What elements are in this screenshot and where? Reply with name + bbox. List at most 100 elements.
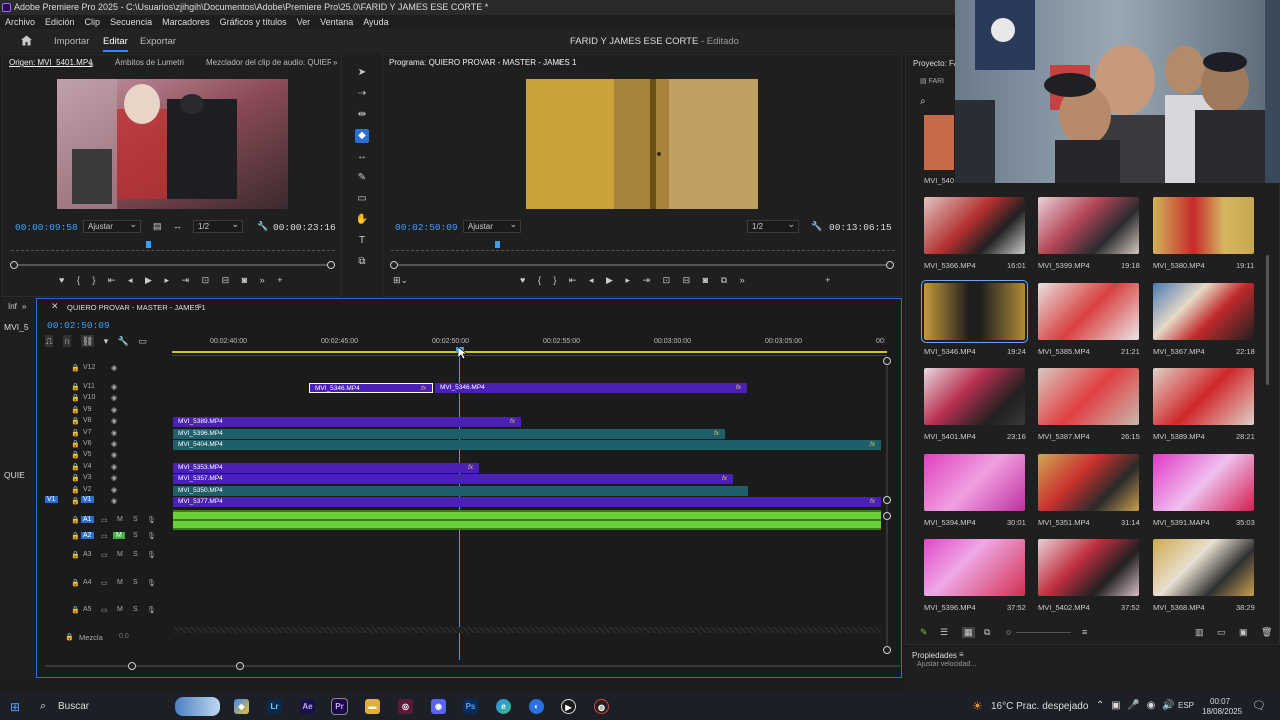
go-out-icon[interactable]: ⇥ [182, 275, 190, 285]
eye-icon[interactable]: ◉ [111, 394, 117, 402]
eye-icon[interactable]: ◉ [111, 486, 117, 494]
selection-tool-icon[interactable]: ➤ [355, 66, 369, 80]
source-zoom-bar[interactable] [13, 264, 335, 266]
grid-icon[interactable]: ⊞⌄ [393, 275, 408, 286]
media-thumbnail-selected[interactable] [921, 280, 1028, 343]
timeline-clip[interactable]: MVI_5396.MP4 fx [173, 429, 725, 439]
timeline-clip[interactable]: MVI_5346.MP4 fx [309, 383, 433, 393]
source-fit-dropdown[interactable]: Ajustar [83, 219, 141, 233]
windows-start-icon[interactable]: ⊞ [10, 700, 20, 714]
media-thumbnail[interactable] [1038, 454, 1139, 511]
add-icon[interactable]: + [277, 275, 282, 285]
program-fit-dropdown[interactable]: Ajustar [463, 219, 521, 233]
menu-clip[interactable]: Clip [85, 15, 101, 29]
go-in-icon[interactable]: ⇤ [569, 275, 577, 285]
workspace-edit-tab[interactable]: Editar [103, 36, 128, 52]
timeline-clip[interactable]: MVI_5353.MP4 fx [173, 463, 479, 473]
pencil-icon[interactable]: ✎ [920, 627, 928, 638]
media-thumbnail[interactable] [1038, 539, 1139, 596]
media-thumbnail[interactable] [1153, 283, 1254, 340]
overwrite-icon[interactable]: ⊟ [222, 275, 230, 285]
eye-icon[interactable]: ◉ [111, 383, 117, 391]
media-thumbnail[interactable] [1153, 454, 1254, 511]
eye-icon[interactable]: ◉ [111, 440, 117, 448]
wrench-icon[interactable]: 🔧 [257, 221, 268, 232]
timeline-ruler[interactable]: 00:02:40:00 00:02:45:00 00:02:50:00 00:0… [172, 336, 887, 356]
menu-graficos[interactable]: Gráficos y títulos [220, 15, 287, 29]
media-thumbnail[interactable] [1153, 197, 1254, 254]
weather-icon[interactable]: ☀ [972, 699, 983, 713]
mic-icon[interactable]: 🎙 [147, 516, 156, 524]
menu-marcadores[interactable]: Marcadores [162, 15, 210, 29]
tab-project[interactable]: Proyecto: FA [913, 59, 959, 68]
icon-view-icon[interactable]: ▦ [962, 627, 975, 638]
mic-icon[interactable]: 🎙 [147, 606, 156, 614]
media-thumbnail[interactable] [924, 454, 1025, 511]
system-tray[interactable]: ⌃ ▣ 🎤 ◉ 🔊 [1096, 700, 1175, 711]
scroll-handle[interactable] [883, 512, 891, 520]
source-time-ruler[interactable] [11, 243, 335, 251]
step-forward-icon[interactable]: ▸ [625, 275, 630, 285]
premiere-icon[interactable]: Pr [331, 698, 348, 715]
menu-ventana[interactable]: Ventana [320, 15, 353, 29]
menu-ayuda[interactable]: Ayuda [363, 15, 388, 29]
new-item-icon[interactable]: ▣ [1239, 627, 1248, 638]
marker-icon[interactable]: ♥ [59, 275, 64, 285]
trash-icon[interactable]: 🗑 [1261, 627, 1272, 638]
tab-properties[interactable]: Propiedades [912, 651, 957, 660]
mark-in-icon[interactable]: { [538, 275, 541, 285]
zoom-handle-right[interactable] [886, 261, 894, 269]
go-out-icon[interactable]: ⇥ [643, 275, 651, 285]
timeline-clip[interactable]: MVI_5346.MP4 fx [435, 383, 747, 393]
tab-audio-mixer[interactable]: Mezclador del clip de audio: QUIERO I [206, 55, 331, 71]
tab-program[interactable]: Programa: QUIERO PROVAR - MASTER - JAMES… [389, 55, 576, 71]
source-playhead[interactable] [146, 241, 151, 248]
media-thumbnail[interactable] [924, 539, 1025, 596]
mark-out-icon[interactable]: } [553, 275, 556, 285]
camera-icon[interactable]: ◙ [242, 275, 247, 285]
zoom-slider[interactable] [1016, 632, 1071, 633]
marker-icon[interactable]: ♥ [520, 275, 525, 285]
pen-tool-icon[interactable]: ✎ [355, 171, 369, 185]
compare-icon[interactable]: ⧉ [721, 275, 727, 285]
edge-icon[interactable]: e [496, 699, 511, 714]
source-resolution-dropdown[interactable]: 1/2 [193, 219, 243, 233]
wrench-icon[interactable]: 🔧 [811, 221, 822, 232]
new-bin-icon[interactable]: ▭ [1217, 627, 1226, 638]
eye-icon[interactable]: ◉ [111, 451, 117, 459]
type-tool-icon[interactable]: T [355, 234, 369, 248]
play-icon[interactable]: ▶ [145, 275, 152, 285]
photoshop-icon[interactable]: Ps [463, 699, 478, 714]
lightroom-icon[interactable]: Lr [267, 699, 282, 714]
mark-in-icon[interactable]: { [77, 275, 80, 285]
notification-icon[interactable]: 🗨 [1252, 699, 1266, 712]
file-explorer-icon[interactable]: ▬ [365, 699, 380, 714]
razor-tool-icon[interactable]: ◆ [355, 129, 369, 143]
eye-icon[interactable]: ◉ [111, 406, 117, 414]
nest-icon[interactable]: ⎍ [45, 335, 54, 347]
weather-text[interactable]: 16°C Prac. despejado [991, 701, 1088, 712]
copilot-icon[interactable]: ◈ [234, 699, 249, 714]
program-timecode[interactable]: 00:02:50:09 [395, 222, 458, 233]
scroll-handle[interactable] [883, 646, 891, 654]
menu-icon[interactable]: ≡ [89, 57, 94, 73]
settings-icon[interactable]: ▤ [153, 221, 162, 232]
zoom-handle-left[interactable] [390, 261, 398, 269]
media-player-icon[interactable]: ▶ [561, 699, 576, 714]
close-icon[interactable]: ✕ [51, 301, 59, 312]
discord-icon[interactable]: ◉ [431, 699, 446, 714]
scroll-handle[interactable] [883, 357, 891, 365]
timeline-h-scrollbar[interactable] [45, 665, 900, 667]
media-thumbnail[interactable] [1038, 368, 1139, 425]
tab-source[interactable]: Origen: MVI_5401.MP4 [9, 55, 93, 71]
step-back-icon[interactable]: ◂ [128, 275, 133, 285]
program-time-ruler[interactable] [391, 243, 895, 251]
h-scroll-handle[interactable] [128, 662, 136, 670]
menu-archivo[interactable]: Archivo [5, 15, 35, 29]
tab-sequence[interactable]: QUIERO PROVAR - MASTER - JAMES 1 [67, 303, 206, 312]
tab-info[interactable]: Inf [8, 302, 17, 311]
sort-icon[interactable]: ≡ [1082, 627, 1087, 637]
ripple-edit-tool-icon[interactable]: ⇹ [355, 108, 369, 122]
track-select-tool-icon[interactable]: ⇢ [355, 87, 369, 101]
timeline-v-scrollbar[interactable] [882, 361, 892, 653]
